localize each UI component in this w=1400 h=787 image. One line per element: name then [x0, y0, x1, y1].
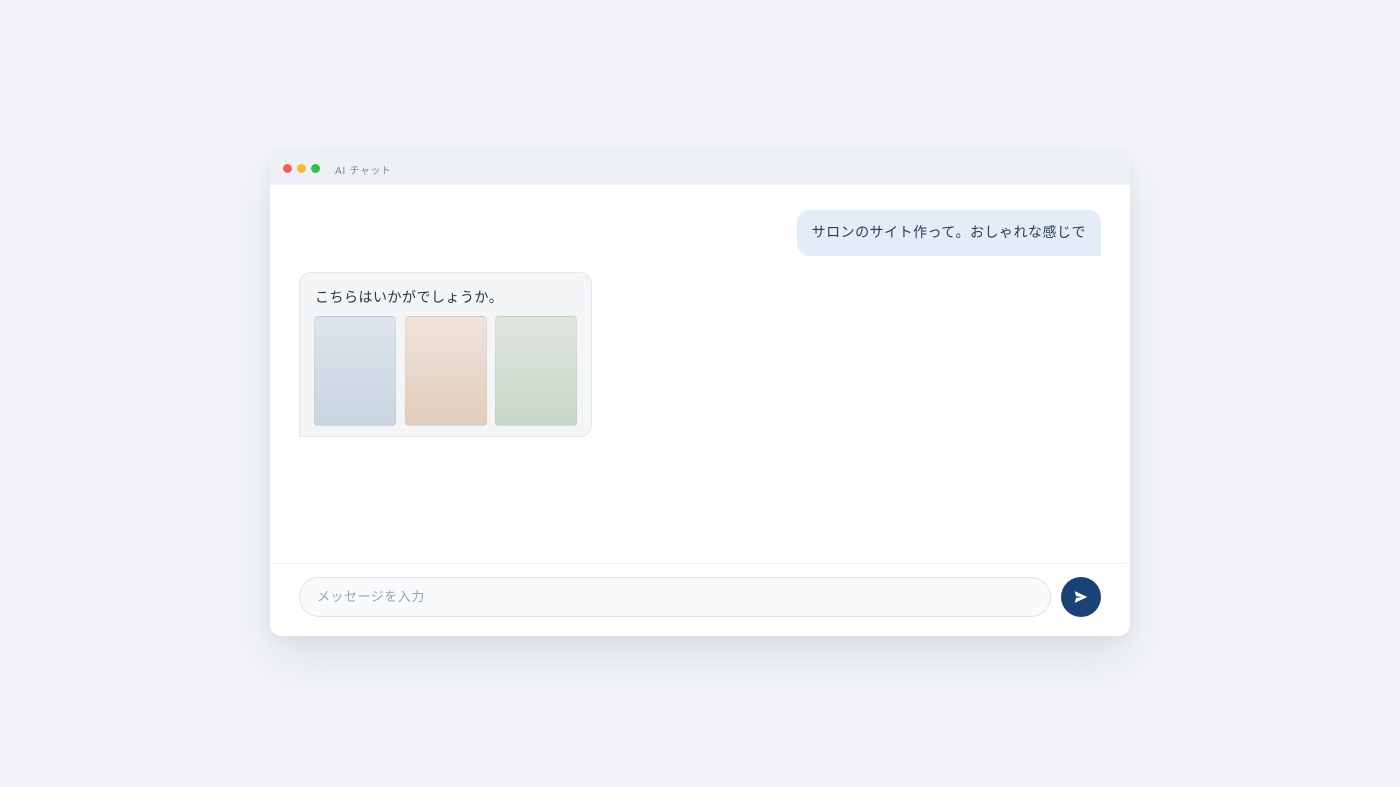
- window-title: AI チャット: [335, 166, 392, 177]
- maximize-window-button[interactable]: [311, 164, 320, 173]
- close-window-button[interactable]: [283, 164, 292, 173]
- send-button[interactable]: [1061, 577, 1101, 617]
- send-icon: [1074, 591, 1088, 603]
- minimize-window-button[interactable]: [297, 164, 306, 173]
- assistant-message-text: こちらはいかがでしょうか。: [315, 290, 504, 306]
- composer: [270, 563, 1130, 636]
- design-preview-3[interactable]: [495, 316, 577, 426]
- user-message: サロンのサイト作って。おしゃれな感じで: [796, 210, 1101, 256]
- chat-window: AI チャット サロンのサイト作って。おしゃれな感じで こちらはいかがでしょうか…: [270, 152, 1130, 636]
- design-preview-1[interactable]: [314, 316, 396, 426]
- title-bar: AI チャット: [270, 152, 1130, 185]
- design-preview-2[interactable]: [405, 316, 487, 426]
- assistant-message: こちらはいかがでしょうか。: [299, 272, 592, 437]
- chat-area: サロンのサイト作って。おしゃれな感じで こちらはいかがでしょうか。: [270, 185, 1130, 563]
- message-input[interactable]: [299, 577, 1051, 617]
